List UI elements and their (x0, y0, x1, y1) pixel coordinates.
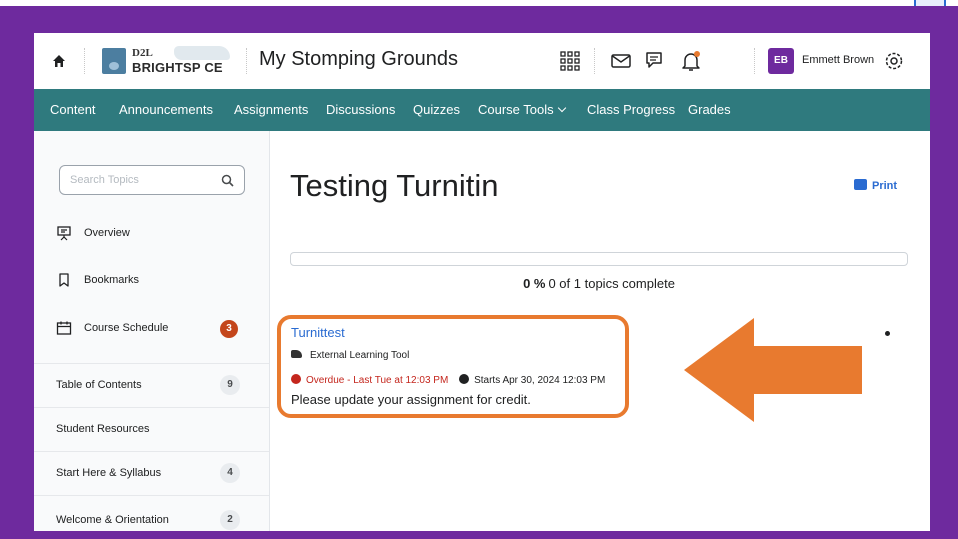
topic-dates: Overdue - Last Tue at 12:03 PM Starts Ap… (291, 373, 605, 386)
nav-quizzes[interactable]: Quizzes (413, 102, 460, 117)
avatar[interactable]: EB (768, 48, 794, 74)
chevron-down-icon (557, 103, 566, 113)
purple-frame: D2L BRIGHTSP CE My Stomping Grounds EB E… (0, 6, 958, 539)
toc-item-label: Student Resources (56, 423, 150, 435)
start-date-label: Starts Apr 30, 2024 12:03 PM (474, 375, 606, 386)
orange-arrow-annotation (684, 318, 862, 422)
toc-item-start-here[interactable]: Start Here & Syllabus 4 (34, 451, 269, 495)
nav-class-progress[interactable]: Class Progress (587, 102, 675, 117)
progress-detail: 0 of 1 topics complete (548, 276, 675, 291)
progress-percent: 0 % (523, 276, 546, 291)
print-button[interactable]: Print (854, 178, 897, 192)
waffle-grid-icon[interactable] (558, 49, 582, 73)
toc-item-student-resources[interactable]: Student Resources (34, 407, 269, 451)
chat-icon[interactable] (643, 49, 667, 73)
mail-icon[interactable] (609, 49, 633, 73)
toc-count-badge: 9 (220, 375, 240, 395)
sidebar-item-label: Overview (84, 227, 130, 239)
start-date: Starts Apr 30, 2024 12:03 PM (459, 374, 606, 386)
toc-count-badge: 4 (220, 463, 240, 483)
nav-grades[interactable]: Grades (688, 102, 731, 117)
toc-item-table-of-contents[interactable]: Table of Contents 9 (34, 363, 269, 407)
nav-discussions[interactable]: Discussions (326, 102, 395, 117)
toc-item-welcome-orientation[interactable]: Welcome & Orientation 2 (34, 495, 269, 531)
search-input[interactable]: Search Topics (59, 165, 245, 195)
topic-description: Please update your assignment for credit… (291, 392, 531, 407)
clock-icon (459, 374, 470, 384)
calendar-icon (56, 321, 72, 335)
topic-type-label: External Learning Tool (310, 350, 410, 361)
presentation-icon (57, 226, 71, 241)
search-icon[interactable] (221, 174, 234, 187)
toc-item-label: Start Here & Syllabus (56, 467, 162, 479)
progress-bar (290, 252, 908, 266)
logo-d2l-text: D2L (132, 47, 153, 59)
notification-bell-icon[interactable] (679, 49, 703, 73)
progress-status: 0 % 0 of 1 topics complete (290, 276, 908, 291)
schedule-count-badge: 3 (220, 320, 238, 338)
header-divider (754, 48, 755, 74)
topic-link[interactable]: Turnittest (291, 325, 345, 340)
external-tool-icon (291, 350, 302, 358)
topic-type: External Learning Tool (291, 350, 409, 361)
header-divider (84, 48, 85, 74)
lms-screen: D2L BRIGHTSP CE My Stomping Grounds EB E… (34, 33, 930, 531)
logo-watermark (174, 46, 230, 60)
brightspace-logo[interactable]: D2L BRIGHTSP CE (102, 46, 252, 76)
user-name[interactable]: Emmett Brown (802, 54, 874, 66)
page-title: Testing Turnitin (290, 168, 499, 203)
nav-course-tools-label: Course Tools (478, 102, 554, 117)
clock-icon (291, 374, 301, 384)
sidebar-item-label: Course Schedule (84, 322, 169, 334)
nav-announcements[interactable]: Announcements (119, 102, 213, 117)
search-placeholder: Search Topics (70, 174, 139, 186)
home-icon[interactable] (52, 54, 66, 68)
nav-course-tools[interactable]: Course Tools (478, 102, 566, 117)
header-divider (246, 48, 247, 74)
college-crest-icon (102, 48, 126, 74)
gear-icon[interactable] (882, 49, 906, 73)
course-navbar: Content Announcements Assignments Discus… (34, 89, 930, 131)
course-title[interactable]: My Stomping Grounds (259, 48, 458, 71)
toc-item-label: Table of Contents (56, 379, 142, 391)
sidebar-item-label: Bookmarks (84, 274, 140, 286)
overdue-label: Overdue - Last Tue at 12:03 PM (306, 375, 449, 386)
header-divider (594, 48, 595, 74)
nav-assignments[interactable]: Assignments (234, 102, 308, 117)
printer-icon (854, 179, 867, 190)
toc-count-badge: 2 (220, 510, 240, 530)
more-options-icon[interactable] (885, 331, 890, 336)
nav-content[interactable]: Content (50, 102, 96, 117)
toc-item-label: Welcome & Orientation (56, 514, 169, 526)
logo-brightspace-text: BRIGHTSP CE (132, 60, 223, 75)
top-header: D2L BRIGHTSP CE My Stomping Grounds EB E… (34, 33, 930, 89)
print-label: Print (872, 180, 898, 192)
bookmark-icon (59, 273, 69, 287)
